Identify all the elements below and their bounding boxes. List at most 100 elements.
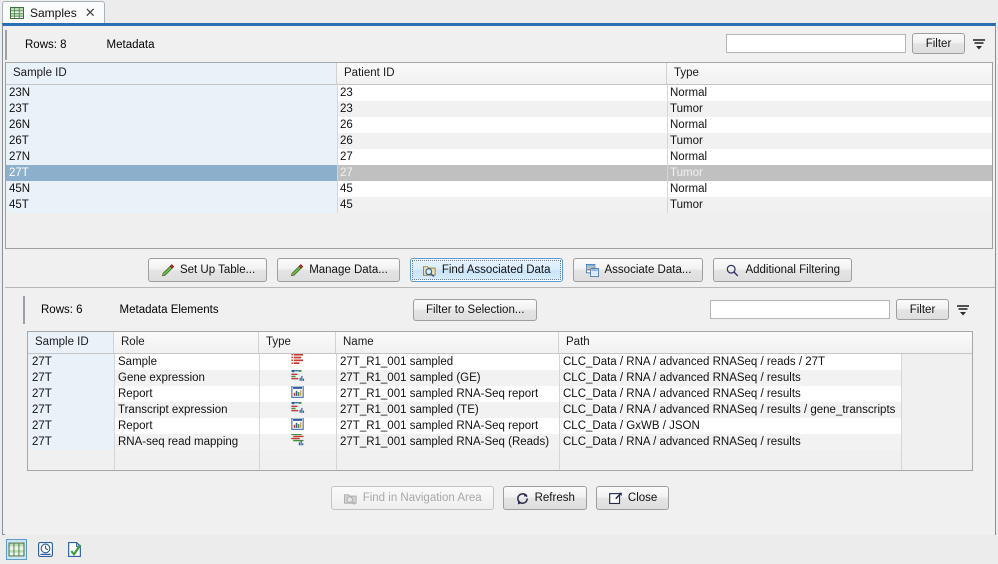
cell-type: Normal <box>667 85 992 101</box>
column-header-type[interactable]: Type <box>667 63 992 84</box>
associate-data-button[interactable]: Associate Data... <box>573 258 704 282</box>
table-row[interactable]: 45T45Tumor <box>6 197 992 213</box>
lower-filter-input[interactable] <box>710 300 890 319</box>
cell-role: Report <box>114 418 259 434</box>
filter-settings-icon[interactable] <box>955 302 971 318</box>
table-row[interactable]: 26N26Normal <box>6 117 992 133</box>
cell-patient-id: 23 <box>337 101 667 117</box>
upper-table-kind: Metadata <box>107 39 155 51</box>
samples-table[interactable]: Sample ID Patient ID Type 23N23Normal23T… <box>5 62 993 249</box>
close-button[interactable]: Close <box>596 486 669 510</box>
filter-settings-icon[interactable] <box>971 36 987 52</box>
element-info-icon[interactable] <box>64 539 85 560</box>
refresh-icon <box>515 491 530 506</box>
table-row[interactable]: 26T26Tumor <box>6 133 992 149</box>
lower-rows-count: Rows: 6 <box>41 304 83 316</box>
manage-data-button[interactable]: Manage Data... <box>277 258 400 282</box>
samples-table-body: 23N23Normal23T23Tumor26N26Normal26T26Tum… <box>6 85 992 249</box>
cell-patient-id: 45 <box>337 197 667 213</box>
tab-samples[interactable]: Samples ✕ <box>2 1 105 23</box>
table-view-icon <box>8 541 25 558</box>
cell-sample-id: 26T <box>6 133 337 149</box>
column-header-sample-id[interactable]: Sample ID <box>28 332 114 353</box>
cell-role: Gene expression <box>114 370 259 386</box>
associated-data-panel: Rows: 6 Metadata Elements Filter to Sele… <box>5 287 995 535</box>
cell-role: Transcript expression <box>114 402 259 418</box>
table-row[interactable]: 27TSample27T_R1_001 sampledCLC_Data / RN… <box>28 354 972 370</box>
cell-sample-id: 45T <box>6 197 337 213</box>
cell-type <box>259 418 336 434</box>
history-icon[interactable] <box>35 539 56 560</box>
metadata-table-window: Samples ✕ Rows: 8 Metadata Filter <box>0 0 998 564</box>
table-row[interactable]: 27TReport27T_R1_001 sampled RNA-Seq repo… <box>28 386 972 402</box>
table-view-icon[interactable] <box>6 539 27 560</box>
upper-filter-input[interactable] <box>726 34 906 53</box>
column-header-path[interactable]: Path <box>559 332 901 353</box>
metadata-elements-header: Sample ID Role Type Name Path <box>28 332 972 354</box>
column-header-role[interactable]: Role <box>114 332 259 353</box>
table-row[interactable]: 27TGene expression27T_R1_001 sampled (GE… <box>28 370 972 386</box>
table-icon <box>10 7 24 19</box>
cell-type: Normal <box>667 149 992 165</box>
cell-type: Tumor <box>667 133 992 149</box>
upper-toolbar: Rows: 8 Metadata Filter <box>5 30 993 60</box>
refresh-button[interactable]: Refresh <box>503 486 587 510</box>
close-box-icon <box>608 491 623 506</box>
table-row[interactable]: 23N23Normal <box>6 85 992 101</box>
content-frame: Rows: 8 Metadata Filter Sample ID Patien… <box>2 23 996 535</box>
filter-to-selection-button[interactable]: Filter to Selection... <box>413 299 537 321</box>
column-header-type[interactable]: Type <box>259 332 336 353</box>
associate-icon <box>585 263 600 278</box>
column-header-sample-id[interactable]: Sample ID <box>6 63 337 84</box>
metadata-elements-table[interactable]: Sample ID Role Type Name Path 27TSample2… <box>27 331 973 471</box>
report-icon <box>290 386 305 402</box>
find-in-navigation-area-button: Find in Navigation Area <box>331 486 494 510</box>
cell-type <box>259 370 336 386</box>
cell-type <box>259 434 336 450</box>
additional-filtering-button[interactable]: Additional Filtering <box>713 258 852 282</box>
button-label: Additional Filtering <box>745 264 840 276</box>
close-icon[interactable]: ✕ <box>83 6 96 19</box>
table-row[interactable]: 45N45Normal <box>6 181 992 197</box>
table-row[interactable]: 27N27Normal <box>6 149 992 165</box>
cell-sample-id: 23T <box>6 101 337 117</box>
cell-patient-id: 23 <box>337 85 667 101</box>
cell-name: 27T_R1_001 sampled (TE) <box>336 402 559 418</box>
cell-sample-id: 26N <box>6 117 337 133</box>
cell-type: Tumor <box>667 165 992 181</box>
cell-name: 27T_R1_001 sampled RNA-Seq (Reads) <box>336 434 559 450</box>
history-icon <box>37 541 54 558</box>
lower-filter-button[interactable]: Filter <box>896 299 949 320</box>
table-row[interactable]: 23T23Tumor <box>6 101 992 117</box>
table-row[interactable]: 27TRNA-seq read mapping27T_R1_001 sample… <box>28 434 972 450</box>
metadata-elements-body: 27TSample27T_R1_001 sampledCLC_Data / RN… <box>28 354 972 471</box>
cell-name: 27T_R1_001 sampled RNA-Seq report <box>336 418 559 434</box>
upper-filter-button[interactable]: Filter <box>912 33 965 54</box>
cell-patient-id: 45 <box>337 181 667 197</box>
cell-path: CLC_Data / RNA / advanced RNASeq / resul… <box>559 402 901 418</box>
column-header-patient-id[interactable]: Patient ID <box>337 63 667 84</box>
table-row[interactable]: 27T27Tumor <box>6 165 992 181</box>
button-label: Close <box>628 492 657 504</box>
cell-role: Sample <box>114 354 259 370</box>
cell-role: RNA-seq read mapping <box>114 434 259 450</box>
table-row[interactable]: 27TTranscript expression27T_R1_001 sampl… <box>28 402 972 418</box>
cell-type <box>259 354 336 370</box>
cell-patient-id: 26 <box>337 133 667 149</box>
column-header-name[interactable]: Name <box>336 332 559 353</box>
cell-type: Tumor <box>667 101 992 117</box>
table-row[interactable]: 27TReport27T_R1_001 sampled RNA-Seq repo… <box>28 418 972 434</box>
upper-rows-count: Rows: 8 <box>25 39 67 51</box>
cell-sample-id: 27T <box>28 386 114 402</box>
find-associated-data-button[interactable]: Find Associated Data <box>410 258 563 282</box>
magnifier-icon <box>725 263 740 278</box>
cell-patient-id: 27 <box>337 165 667 181</box>
sequence-list-icon <box>290 354 305 370</box>
button-label: Associate Data... <box>605 264 692 276</box>
expression-track-icon <box>290 402 305 418</box>
pencil-icon <box>160 263 175 278</box>
cell-name: 27T_R1_001 sampled (GE) <box>336 370 559 386</box>
button-label: Manage Data... <box>309 264 388 276</box>
tab-label: Samples <box>30 6 77 20</box>
set-up-table-button[interactable]: Set Up Table... <box>148 258 267 282</box>
